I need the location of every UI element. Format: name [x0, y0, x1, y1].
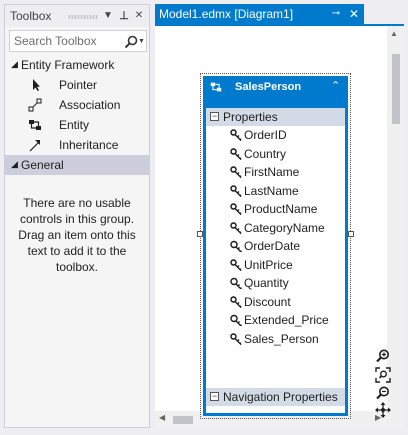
property-icon	[230, 184, 242, 197]
toolbox-title: Toolbox	[10, 9, 52, 23]
property-row[interactable]: CategoryName	[206, 219, 345, 237]
zoom-out-icon[interactable]	[375, 385, 391, 401]
property-row[interactable]: Quantity	[206, 274, 345, 292]
tab-close-icon[interactable]: ✕	[347, 6, 361, 22]
window-position-dropdown-icon[interactable]: ▼	[101, 8, 115, 24]
property-row[interactable]: LastName	[206, 182, 345, 200]
property-label: Country	[244, 146, 287, 161]
entity-name: SalesPerson	[235, 81, 302, 93]
property-label: Extended_Price	[244, 313, 329, 327]
collapse-section-icon[interactable]: −	[210, 392, 219, 401]
property-label: UnitPrice	[244, 257, 293, 272]
property-icon	[230, 295, 242, 308]
property-icon	[230, 203, 242, 215]
key-icon	[230, 314, 242, 326]
entity-header[interactable]: SalesPerson ⌃	[203, 76, 348, 98]
collapse-section-icon[interactable]: −	[210, 112, 219, 121]
category-entity-framework[interactable]: ◢ Entity Framework	[5, 55, 149, 75]
property-icon	[230, 221, 242, 234]
toolbox-panel: Toolbox ▼ ⊥ ✕ ▼ ◢ Entity Framework Point…	[4, 4, 150, 428]
collapse-entity-icon[interactable]: ⌃	[331, 79, 340, 92]
vertical-scroll-thumb[interactable]	[392, 54, 400, 124]
toolbox-item-association[interactable]: Association	[5, 95, 149, 115]
zoom-to-fit-icon[interactable]	[375, 367, 391, 383]
property-label: LastName	[244, 183, 299, 198]
expanded-arrow-icon[interactable]: ◢	[11, 59, 18, 70]
toolbox-title-bar: Toolbox ▼ ⊥ ✕	[5, 5, 149, 27]
toolbox-item-label: Pointer	[59, 78, 98, 92]
empty-group-message[interactable]: There are no usable controls in this gro…	[11, 195, 143, 275]
tab-model1-edmx[interactable]: Model1.edmx [Diagram1] ⊸ ✕	[155, 4, 364, 24]
property-label: Discount	[244, 294, 291, 309]
property-label: Sales_Person	[244, 331, 319, 346]
pointer-icon	[33, 79, 40, 91]
navigation-section-header[interactable]: − Navigation Properties	[206, 388, 345, 406]
category-label: General	[21, 158, 64, 172]
property-row[interactable]: Extended_Price	[206, 311, 345, 329]
tab-pin-icon[interactable]: ⊸	[329, 7, 343, 21]
property-row[interactable]: Discount	[206, 293, 345, 311]
property-row[interactable]: OrderDate	[206, 237, 345, 255]
horizontal-scroll-thumb[interactable]	[173, 416, 193, 424]
property-icon	[230, 332, 242, 345]
tab-label: Model1.edmx [Diagram1]	[159, 7, 294, 21]
properties-section-header[interactable]: − Properties	[206, 108, 345, 126]
resize-handle-right[interactable]	[348, 231, 354, 237]
expanded-arrow-icon[interactable]: ◢	[11, 159, 18, 170]
search-options-dropdown-icon[interactable]: ▼	[138, 34, 146, 50]
close-icon[interactable]: ✕	[132, 8, 146, 24]
inheritance-icon	[29, 140, 40, 152]
property-label: ProductName	[244, 202, 318, 216]
property-label: Quantity	[244, 276, 289, 290]
entity-icon	[210, 82, 222, 92]
toolbox-item-inheritance[interactable]: Inheritance	[5, 135, 149, 155]
property-icon	[230, 147, 242, 160]
property-label: FirstName	[244, 165, 300, 179]
property-row[interactable]: UnitPrice	[206, 256, 345, 274]
search-input[interactable]	[14, 33, 120, 49]
property-icon	[230, 258, 242, 271]
property-row[interactable]: FirstName	[206, 163, 345, 181]
property-row[interactable]: OrderID	[206, 126, 345, 144]
category-label: Entity Framework	[21, 58, 115, 72]
property-row[interactable]: ProductName	[206, 200, 345, 218]
zoom-in-icon[interactable]	[375, 348, 391, 364]
property-label: OrderDate	[244, 239, 301, 253]
scroll-left-icon[interactable]: ◀	[159, 413, 165, 422]
property-row[interactable]: Sales_Person	[206, 330, 345, 348]
designer-canvas[interactable]: ▲ ◀ ▶ SalesPerson ⌃ − Properties OrderID…	[155, 26, 404, 429]
key-icon	[230, 277, 242, 289]
toolbox-item-pointer[interactable]: Pointer	[5, 75, 149, 95]
entity-body: − Properties OrderID Country FirstName Last…	[206, 108, 345, 413]
scroll-up-icon[interactable]: ▲	[390, 29, 398, 38]
key-icon	[230, 240, 242, 252]
entity-salesperson[interactable]: SalesPerson ⌃ − Properties OrderID Countr…	[203, 76, 348, 416]
section-label: Properties	[223, 110, 278, 124]
property-icon	[230, 129, 242, 141]
toolbox-item-label: Association	[59, 98, 121, 112]
property-row[interactable]: Country	[206, 145, 345, 163]
property-label: OrderID	[244, 128, 287, 142]
section-label: Navigation Properties	[223, 390, 338, 404]
toolbox-item-label: Inheritance	[59, 138, 119, 152]
toolbox-item-label: Entity	[59, 118, 90, 132]
property-icon	[230, 166, 242, 178]
search-icon[interactable]	[123, 34, 139, 50]
drag-grip[interactable]	[68, 15, 98, 19]
pin-icon[interactable]: ⊥	[117, 8, 131, 24]
entity-icon	[29, 120, 41, 130]
association-icon	[28, 98, 42, 112]
pan-icon[interactable]	[375, 402, 391, 418]
category-general[interactable]: ◢ General	[5, 155, 149, 175]
toolbox-search-box[interactable]: ▼	[9, 30, 147, 52]
toolbox-item-entity[interactable]: Entity	[5, 115, 149, 135]
property-label: CategoryName	[244, 220, 325, 235]
